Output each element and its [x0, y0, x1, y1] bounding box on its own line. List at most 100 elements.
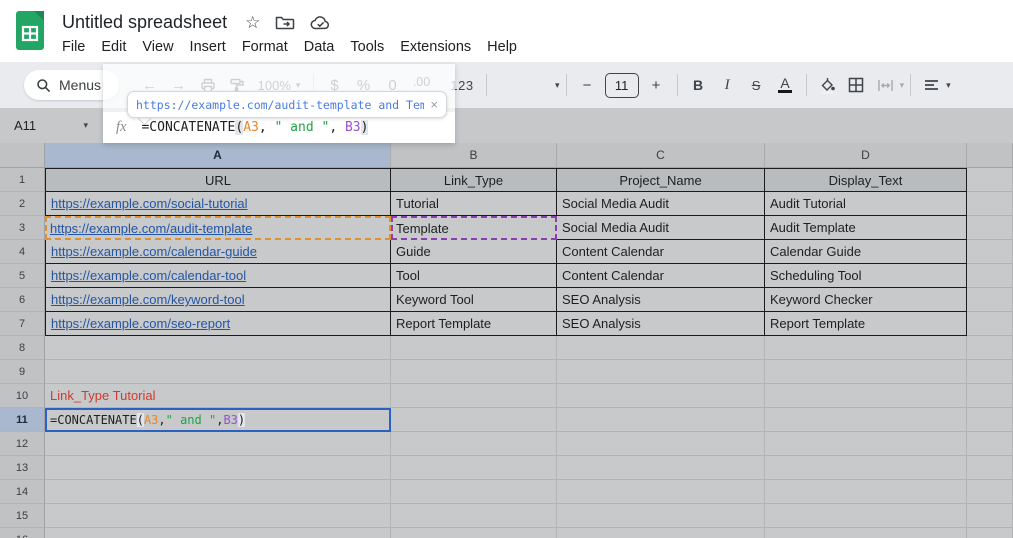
select-all-corner[interactable]: [0, 143, 45, 168]
row-header-6[interactable]: 6: [0, 288, 45, 312]
cell-E13[interactable]: [967, 456, 1013, 480]
row-header-10[interactable]: 10: [0, 384, 45, 408]
cell-A5[interactable]: https://example.com/calendar-tool: [45, 264, 391, 288]
menu-extensions[interactable]: Extensions: [392, 37, 479, 57]
cell-E7[interactable]: [967, 312, 1013, 336]
url-link[interactable]: https://example.com/seo-report: [51, 316, 230, 331]
cell-B9[interactable]: [391, 360, 557, 384]
cell-D12[interactable]: [765, 432, 967, 456]
url-link[interactable]: https://example.com/calendar-tool: [51, 268, 246, 283]
row-header-16[interactable]: 16: [0, 528, 45, 538]
url-link[interactable]: https://example.com/keyword-tool: [51, 292, 245, 307]
cell-D14[interactable]: [765, 480, 967, 504]
decrease-font-size-button[interactable]: −: [573, 71, 602, 99]
cell-B1[interactable]: Link_Type: [391, 168, 557, 192]
document-title[interactable]: Untitled spreadsheet: [62, 12, 227, 33]
cell-C5[interactable]: Content Calendar: [557, 264, 765, 288]
cell-C4[interactable]: Content Calendar: [557, 240, 765, 264]
cell-E4[interactable]: [967, 240, 1013, 264]
cell-A15[interactable]: [45, 504, 391, 528]
column-header-A[interactable]: A: [45, 143, 391, 168]
cell-C7[interactable]: SEO Analysis: [557, 312, 765, 336]
cell-D8[interactable]: [765, 336, 967, 360]
cell-B4[interactable]: Guide: [391, 240, 557, 264]
row-header-1[interactable]: 1: [0, 168, 45, 192]
cell-A10[interactable]: Link_Type Tutorial: [45, 384, 391, 408]
row-header-9[interactable]: 9: [0, 360, 45, 384]
cell-C8[interactable]: [557, 336, 765, 360]
cell-C14[interactable]: [557, 480, 765, 504]
chevron-down-icon[interactable]: ▾: [555, 81, 560, 90]
cell-D6[interactable]: Keyword Checker: [765, 288, 967, 312]
cell-E16[interactable]: [967, 528, 1013, 538]
cell-A1[interactable]: URL: [45, 168, 391, 192]
cell-E2[interactable]: [967, 192, 1013, 216]
cell-C15[interactable]: [557, 504, 765, 528]
cell-A2[interactable]: https://example.com/social-tutorial: [45, 192, 391, 216]
cell-B7[interactable]: Report Template: [391, 312, 557, 336]
cell-D5[interactable]: Scheduling Tool: [765, 264, 967, 288]
cell-A4[interactable]: https://example.com/calendar-guide: [45, 240, 391, 264]
cell-A13[interactable]: [45, 456, 391, 480]
cell-C6[interactable]: SEO Analysis: [557, 288, 765, 312]
cell-A11[interactable]: =CONCATENATE(A3, " and ", B3): [45, 408, 391, 432]
row-header-12[interactable]: 12: [0, 432, 45, 456]
star-icon[interactable]: ☆: [245, 14, 260, 31]
cell-E14[interactable]: [967, 480, 1013, 504]
cell-E6[interactable]: [967, 288, 1013, 312]
cell-E5[interactable]: [967, 264, 1013, 288]
row-header-3[interactable]: 3: [0, 216, 45, 240]
move-folder-icon[interactable]: [275, 15, 295, 31]
menu-view[interactable]: View: [134, 37, 181, 57]
cell-E8[interactable]: [967, 336, 1013, 360]
italic-button[interactable]: I: [713, 71, 742, 99]
column-header-D[interactable]: D: [765, 143, 967, 168]
cell-A12[interactable]: [45, 432, 391, 456]
cell-D9[interactable]: [765, 360, 967, 384]
cell-A8[interactable]: [45, 336, 391, 360]
url-link[interactable]: https://example.com/audit-template: [50, 221, 252, 236]
merge-cells-button[interactable]: [871, 71, 900, 99]
cell-A7[interactable]: https://example.com/seo-report: [45, 312, 391, 336]
chevron-down-icon[interactable]: ▾: [900, 81, 905, 90]
close-icon[interactable]: ×: [430, 97, 438, 112]
cell-B12[interactable]: [391, 432, 557, 456]
row-header-14[interactable]: 14: [0, 480, 45, 504]
cell-D7[interactable]: Report Template: [765, 312, 967, 336]
menu-format[interactable]: Format: [234, 37, 296, 57]
cell-D15[interactable]: [765, 504, 967, 528]
row-header-13[interactable]: 13: [0, 456, 45, 480]
menu-insert[interactable]: Insert: [182, 37, 234, 57]
cell-E9[interactable]: [967, 360, 1013, 384]
cell-C1[interactable]: Project_Name: [557, 168, 765, 192]
cell-E15[interactable]: [967, 504, 1013, 528]
formula-input[interactable]: =CONCATENATE(A3, " and ", B3): [141, 120, 368, 135]
cell-B15[interactable]: [391, 504, 557, 528]
font-family-select[interactable]: [493, 73, 555, 97]
cell-A6[interactable]: https://example.com/keyword-tool: [45, 288, 391, 312]
cell-A16[interactable]: [45, 528, 391, 538]
increase-font-size-button[interactable]: +: [642, 71, 671, 99]
text-color-button[interactable]: A: [771, 71, 800, 99]
menu-help[interactable]: Help: [479, 37, 525, 57]
cell-D2[interactable]: Audit Tutorial: [765, 192, 967, 216]
cell-A9[interactable]: [45, 360, 391, 384]
cell-B11[interactable]: [391, 408, 557, 432]
cell-B3[interactable]: Template: [391, 216, 557, 240]
row-header-7[interactable]: 7: [0, 312, 45, 336]
menu-file[interactable]: File: [54, 37, 93, 57]
row-header-11[interactable]: 11: [0, 408, 45, 432]
row-header-15[interactable]: 15: [0, 504, 45, 528]
borders-button[interactable]: [842, 71, 871, 99]
cell-D3[interactable]: Audit Template: [765, 216, 967, 240]
cell-D16[interactable]: [765, 528, 967, 538]
column-header-C[interactable]: C: [557, 143, 765, 168]
cell-D1[interactable]: Display_Text: [765, 168, 967, 192]
cell-C13[interactable]: [557, 456, 765, 480]
menu-edit[interactable]: Edit: [93, 37, 134, 57]
cell-B8[interactable]: [391, 336, 557, 360]
cell-D4[interactable]: Calendar Guide: [765, 240, 967, 264]
cell-E12[interactable]: [967, 432, 1013, 456]
cloud-saved-icon[interactable]: [310, 15, 332, 31]
cell-C12[interactable]: [557, 432, 765, 456]
